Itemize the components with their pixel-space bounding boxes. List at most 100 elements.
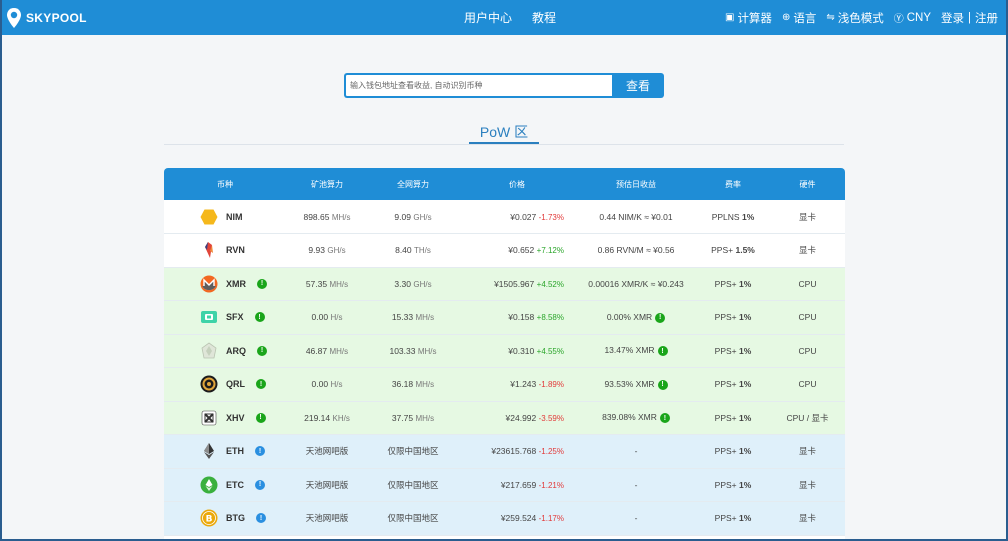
pool-hashrate: 9.93 GH/s: [286, 234, 368, 268]
fee-rate: 1%: [739, 278, 752, 289]
fee-rate: 1%: [739, 379, 752, 390]
pool-hashrate: 天池网吧版: [286, 502, 368, 536]
column-header: 全网算力: [397, 179, 429, 189]
price-value: ¥259.524: [500, 513, 537, 524]
safex-icon: [200, 308, 218, 326]
price-cell: ¥1.243 -1.89%: [458, 368, 576, 402]
network-hashrate: 仅限中国地区: [368, 435, 458, 469]
pool-hashrate-unit: H/s: [330, 380, 343, 390]
daily-income: -: [576, 502, 696, 536]
bitcoin-gold-icon: B: [200, 509, 218, 527]
daily-income: 13.47% XMR!: [576, 334, 696, 368]
fee-mode: PPS+: [714, 345, 740, 356]
table-row-rvn[interactable]: RVN 9.93 GH/s 8.40 TH/s ¥0.652 +7.12% 0.86 R…: [164, 233, 845, 268]
globe-icon: ⊕: [781, 12, 791, 23]
info-green-icon[interactable]: !: [255, 412, 266, 423]
fee-mode: PPS+: [714, 379, 740, 390]
table-row-eth[interactable]: ETH! 天池网吧版 仅限中国地区 ¥23615.768 -1.25% - PPS+ 1%…: [164, 434, 845, 469]
pool-hashrate: 天池网吧版: [286, 468, 368, 502]
daily-income-value: -: [634, 479, 638, 490]
network-hashrate: 3.30 GH/s: [368, 267, 458, 301]
price-value: ¥217.659: [500, 479, 537, 490]
fee-rate: 1%: [739, 513, 752, 524]
fee-mode: PPS+: [714, 312, 740, 323]
network-hashrate-value: 仅限中国地区: [387, 446, 439, 457]
table-row-etc[interactable]: ETC! 天池网吧版 仅限中国地区 ¥217.659 -1.21% - PPS+ 1% 显卡: [164, 468, 845, 502]
calculator-link[interactable]: ▣ 计算器: [725, 10, 772, 26]
pool-hashrate-value: 天池网吧版: [305, 446, 349, 457]
table-row-btg[interactable]: B BTG! 天池网吧版 仅限中国地区 ¥259.524 -1.17% - PPS+ 1% 显…: [164, 501, 845, 536]
pool-hashrate-unit: MH/s: [329, 279, 349, 289]
coin-cell: B BTG!: [164, 502, 286, 536]
daily-income: 0.00016 XMR/K ≈ ¥0.243: [576, 267, 696, 301]
column-header: 预估日收益: [616, 179, 656, 189]
fee-rate: 1%: [739, 479, 752, 490]
price-value: ¥1.243: [510, 379, 537, 390]
daily-income-value: 0.44 NIM/K ≈ ¥0.01: [599, 211, 673, 222]
currency-select[interactable]: Ⓨ CNY: [893, 10, 931, 26]
coin-name: ARQ: [226, 345, 246, 356]
table-row-arq[interactable]: ARQ! 46.87 MH/s 103.33 MH/s ¥0.310 +4.55% 13…: [164, 334, 845, 368]
swap-icon: ⇋: [826, 12, 835, 23]
coin-name: ETH: [226, 446, 244, 457]
table-row-xmr[interactable]: XMR! 57.35 MH/s 3.30 GH/s ¥1505.967 +4.52% 0…: [164, 267, 845, 301]
info-blue-icon[interactable]: !: [256, 513, 266, 524]
ethereum-icon: [200, 442, 218, 460]
search-button[interactable]: 查看: [612, 73, 664, 98]
nav-tutorial[interactable]: 教程: [532, 9, 556, 26]
wallet-address-input[interactable]: [344, 73, 612, 98]
info-blue-icon[interactable]: !: [255, 446, 265, 457]
theme-toggle[interactable]: ⇋ 浅色模式: [826, 10, 883, 26]
price-change: -3.59%: [538, 413, 564, 423]
info-blue-icon[interactable]: !: [255, 479, 265, 490]
table-row-sfx[interactable]: SFX! 0.00 H/s 15.33 MH/s ¥0.158 +8.58% 0.00%…: [164, 300, 845, 335]
fee-rate: 1%: [739, 345, 752, 356]
haven-icon: [200, 409, 218, 427]
daily-income-value: 93.53% XMR: [604, 378, 655, 389]
table-row-qrl[interactable]: QRL! 0.00 H/s 36.18 MH/s ¥1.243 -1.89% 93.53…: [164, 367, 845, 402]
price-cell: ¥0.652 +7.12%: [458, 234, 576, 268]
price-change: -1.17%: [538, 514, 564, 524]
language-link[interactable]: ⊕ 语言: [782, 10, 816, 26]
ethereum-classic-icon: [200, 476, 218, 494]
fee-mode: PPS+: [714, 513, 740, 524]
info-green-icon[interactable]: !: [659, 413, 670, 424]
price-value: ¥1505.967: [494, 278, 535, 289]
daily-income-value: 0.86 RVN/M ≈ ¥0.56: [597, 245, 675, 256]
coin-cell: ETC!: [164, 468, 286, 502]
fee-rate: 1%: [739, 412, 752, 423]
column-header: 矿池算力: [311, 179, 343, 189]
info-green-icon[interactable]: !: [257, 278, 267, 289]
coin-cell: SFX!: [164, 301, 286, 335]
pool-hashrate-value: 57.35: [305, 278, 328, 289]
network-hashrate-value: 15.33: [391, 312, 414, 323]
daily-income-value: 0.00016 XMR/K ≈ ¥0.243: [588, 278, 684, 289]
coin-name: NIM: [226, 211, 243, 222]
info-green-icon[interactable]: !: [657, 379, 668, 390]
table-row-nim[interactable]: NIM 898.65 MH/s 9.09 GH/s ¥0.027 -1.73% 0.44…: [164, 200, 845, 234]
price-cell: ¥0.027 -1.73%: [458, 200, 576, 234]
coin-cell: XHV!: [164, 401, 286, 435]
yuan-icon: Ⓨ: [893, 14, 904, 25]
network-hashrate-value: 3.30: [394, 278, 411, 289]
register-link[interactable]: 注册: [975, 10, 998, 26]
info-green-icon[interactable]: !: [655, 312, 666, 323]
login-link[interactable]: 登录: [941, 10, 964, 26]
table-row-xhv[interactable]: XHV! 219.14 KH/s 37.75 MH/s ¥24.992 -3.59% 8…: [164, 401, 845, 435]
info-green-icon[interactable]: !: [657, 346, 668, 357]
svg-text:B: B: [206, 515, 213, 525]
info-green-icon[interactable]: !: [254, 312, 265, 323]
network-hashrate-value: 仅限中国地区: [387, 513, 439, 524]
price-cell: ¥217.659 -1.21%: [458, 468, 576, 502]
brand[interactable]: SKYPOOL: [2, 7, 202, 29]
info-green-icon[interactable]: !: [257, 345, 267, 356]
fee-rate: 1%: [741, 211, 755, 222]
section-divider: [164, 144, 844, 145]
hardware-cell: 显卡: [798, 479, 816, 490]
info-green-icon[interactable]: !: [256, 379, 266, 390]
price-change: -1.73%: [538, 212, 564, 222]
network-hashrate-value: 37.75: [391, 412, 414, 423]
nav-user-center[interactable]: 用户中心: [464, 9, 512, 26]
fee-cell: PPLNS 1%: [696, 200, 770, 234]
column-header: 币种: [217, 179, 233, 189]
